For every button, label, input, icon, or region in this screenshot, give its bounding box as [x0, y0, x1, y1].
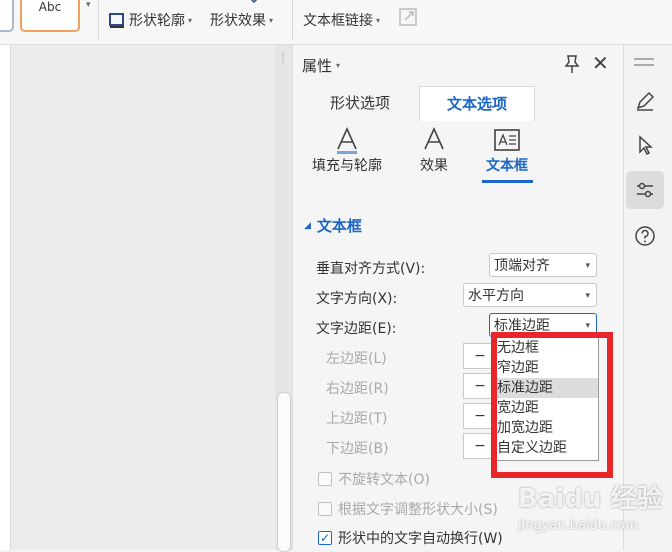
shape-style-thumb-prev[interactable]	[0, 0, 14, 32]
subtab-fill-outline[interactable]: 填充与轮廓	[305, 127, 389, 175]
shape-style-thumb[interactable]: Abc	[20, 0, 80, 32]
no-rotate-label: 不旋转文本(O)	[338, 472, 430, 488]
bottom-margin-label: 下边距(B)	[326, 441, 389, 457]
document-canvas	[11, 45, 275, 550]
shape-effect-button[interactable]: 形状效果 ▾	[210, 10, 273, 30]
no-rotate-checkbox[interactable]	[318, 472, 332, 486]
break-link-icon[interactable]	[398, 6, 420, 28]
shape-outline-label: 形状轮廓	[129, 13, 185, 29]
chevron-down-icon: ▾	[376, 15, 381, 25]
chevron-down-icon: ▾	[188, 15, 193, 25]
watermark-url: jingyan.baidu.com	[518, 518, 638, 533]
tab-label: 形状选项	[329, 94, 390, 112]
chevron-down-icon: ▾	[585, 291, 590, 301]
textbox-icon	[482, 127, 532, 155]
minus-icon: −	[474, 408, 486, 424]
textbox-link-label: 文本框链接	[303, 13, 373, 29]
tab-text-options[interactable]: 文本选项	[419, 86, 535, 121]
vertical-align-select[interactable]: 顶端对齐 ▾	[489, 253, 597, 277]
wrap-text-checkbox[interactable]: ✓	[318, 531, 332, 545]
left-margin-label: 左边距(L)	[326, 351, 387, 367]
collapse-triangle-icon: ◢	[304, 220, 311, 231]
right-margin-label: 右边距(R)	[326, 381, 389, 397]
shape-outline-button[interactable]: 形状轮廓 ▾	[108, 10, 192, 30]
resize-shape-checkbox-row[interactable]: 根据文字调整形状大小(S)	[318, 499, 498, 519]
shape-outline-icon	[109, 13, 124, 28]
textbox-link-button[interactable]: 文本框链接 ▾	[303, 10, 380, 30]
ribbon-separator	[98, 0, 99, 40]
wrap-text-checkbox-row[interactable]: ✓ 形状中的文字自动换行(W)	[318, 528, 503, 548]
strip-grip-icon[interactable]	[634, 58, 654, 66]
right-tool-strip	[623, 45, 672, 550]
subtab-label: 文本框	[486, 158, 528, 174]
select-value: 顶端对齐	[494, 258, 550, 274]
shape-effect-icon	[242, 0, 266, 4]
ribbon-separator	[292, 0, 293, 40]
panel-title: 属性	[302, 57, 333, 75]
edit-pen-icon[interactable]	[626, 82, 664, 120]
top-margin-label: 上边距(T)	[326, 411, 388, 427]
chevron-down-icon: ▾	[269, 15, 274, 25]
subtab-effects[interactable]: 效果	[412, 127, 456, 175]
text-direction-select[interactable]: 水平方向 ▾	[463, 283, 597, 307]
baidu-watermark: Baidu 经验	[518, 484, 663, 514]
text-fill-icon	[305, 127, 389, 155]
close-icon[interactable]: ✕	[592, 53, 610, 73]
properties-sliders-icon[interactable]	[626, 171, 664, 209]
style-gallery-dropdown-icon[interactable]: ▾	[86, 0, 98, 18]
resize-shape-label: 根据文字调整形状大小(S)	[338, 502, 498, 518]
vertical-align-label: 垂直对齐方式(V):	[316, 261, 426, 277]
help-icon[interactable]	[626, 217, 664, 255]
tab-label: 文本选项	[446, 95, 507, 113]
tab-shape-options[interactable]: 形状选项	[300, 86, 420, 120]
subtab-label: 效果	[420, 158, 448, 174]
minus-icon: −	[474, 378, 486, 394]
shape-effect-label: 形状效果	[210, 13, 266, 29]
text-direction-label: 文字方向(X):	[316, 291, 398, 307]
no-rotate-checkbox-row[interactable]: 不旋转文本(O)	[318, 469, 430, 489]
text-margin-label: 文字边距(E):	[316, 321, 397, 337]
active-subtab-indicator	[482, 180, 533, 183]
minus-icon: −	[474, 348, 486, 364]
pin-icon[interactable]	[562, 53, 582, 75]
panel-title-menu[interactable]: 属性 ▾	[302, 55, 340, 76]
resize-shape-checkbox[interactable]	[318, 502, 332, 516]
select-cursor-icon[interactable]	[626, 126, 664, 164]
subtab-textbox[interactable]: 文本框	[482, 127, 532, 175]
chevron-down-icon: ▾	[336, 61, 341, 70]
section-textbox-header[interactable]: ◢ 文本框	[304, 215, 362, 236]
annotation-highlight-box	[491, 332, 613, 478]
document-page-edge	[0, 45, 11, 550]
abc-label: Abc	[38, 0, 62, 14]
splitter-grip-icon[interactable]: ⁝ ⁝	[278, 52, 288, 72]
text-effect-icon	[412, 127, 456, 155]
scrollbar-thumb[interactable]	[277, 392, 291, 552]
wrap-text-label: 形状中的文字自动换行(W)	[338, 531, 503, 547]
section-title: 文本框	[316, 217, 362, 235]
select-value: 水平方向	[468, 288, 524, 304]
subtab-label: 填充与轮廓	[312, 158, 382, 174]
chevron-down-icon: ▾	[585, 261, 590, 271]
minus-icon: −	[474, 438, 486, 454]
